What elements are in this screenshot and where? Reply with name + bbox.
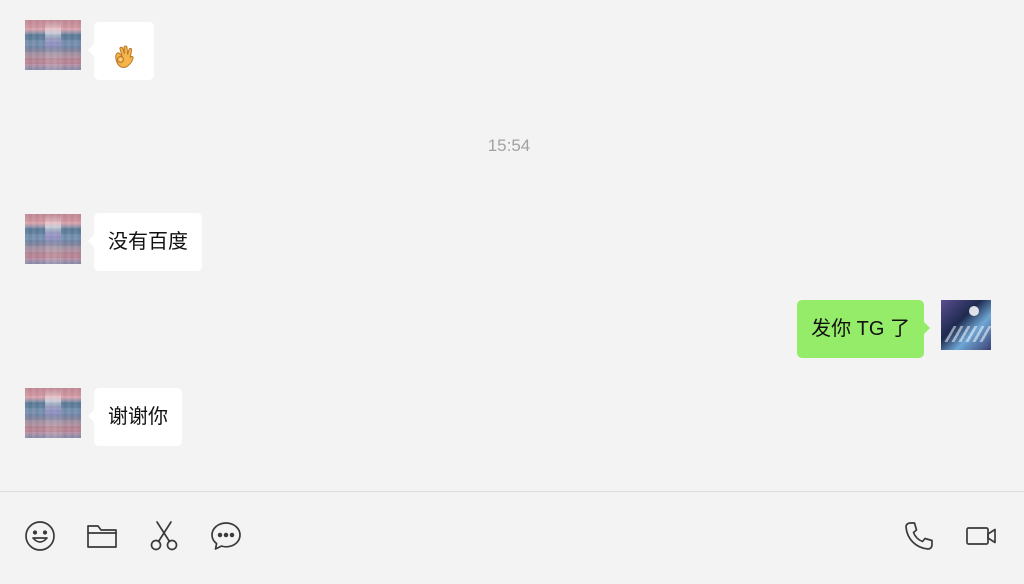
- message-bubble-incoming[interactable]: 谢谢你: [88, 388, 182, 446]
- chat-history[interactable]: 15:54 没有百度 发你 TG 了 谢谢你: [0, 0, 1024, 491]
- video-call-button[interactable]: [963, 518, 999, 554]
- message-text: 谢谢你: [108, 406, 168, 428]
- contact-avatar[interactable]: [25, 20, 81, 70]
- contact-avatar[interactable]: [25, 214, 81, 264]
- video-camera-icon: [966, 527, 996, 545]
- message-bubble-incoming[interactable]: 没有百度: [88, 213, 202, 271]
- chat-bubble-icon: [211, 522, 241, 550]
- chat-history-button[interactable]: [208, 518, 244, 554]
- screenshot-button[interactable]: [146, 518, 182, 554]
- self-avatar[interactable]: [941, 300, 991, 350]
- phone-icon: [905, 522, 933, 550]
- emoji-button[interactable]: [22, 518, 58, 554]
- ok-hand-emoji-icon: [110, 36, 138, 68]
- voice-call-button[interactable]: [901, 518, 937, 554]
- message-text: 发你 TG 了: [811, 318, 910, 340]
- message-timestamp: 15:54: [487, 136, 531, 155]
- scissors-icon: [150, 521, 178, 551]
- send-file-button[interactable]: [84, 518, 120, 554]
- contact-avatar[interactable]: [25, 388, 81, 438]
- message-bubble-incoming[interactable]: [88, 22, 154, 80]
- message-text: 没有百度: [108, 231, 188, 253]
- input-toolbar: [0, 492, 1024, 584]
- message-bubble-outgoing[interactable]: 发你 TG 了: [797, 300, 930, 358]
- folder-icon: [87, 525, 117, 548]
- smiley-icon: [25, 521, 55, 551]
